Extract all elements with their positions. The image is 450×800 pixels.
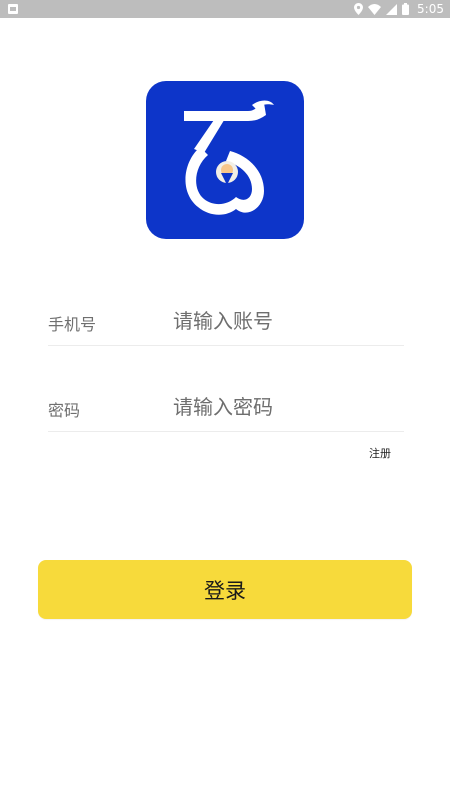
login-screen: 5:05 手机号 密码 注册 登录 [0, 0, 450, 800]
wifi-icon [368, 3, 382, 15]
app-logo-icon [146, 81, 304, 239]
status-bar: 5:05 [0, 0, 450, 18]
password-input[interactable] [173, 391, 398, 423]
login-button[interactable]: 登录 [38, 560, 412, 619]
notification-icon [8, 4, 18, 14]
phone-label: 手机号 [48, 315, 97, 334]
phone-input[interactable] [173, 305, 398, 337]
status-icons: 5:05 [354, 0, 444, 18]
signal-icon [386, 3, 398, 15]
battery-icon [402, 3, 410, 15]
register-link[interactable]: 注册 [369, 445, 391, 461]
password-field-row: 密码 [48, 385, 404, 432]
password-label: 密码 [48, 401, 81, 420]
status-time: 5:05 [417, 2, 444, 16]
phone-field-row: 手机号 [48, 299, 404, 346]
location-icon [354, 3, 364, 15]
